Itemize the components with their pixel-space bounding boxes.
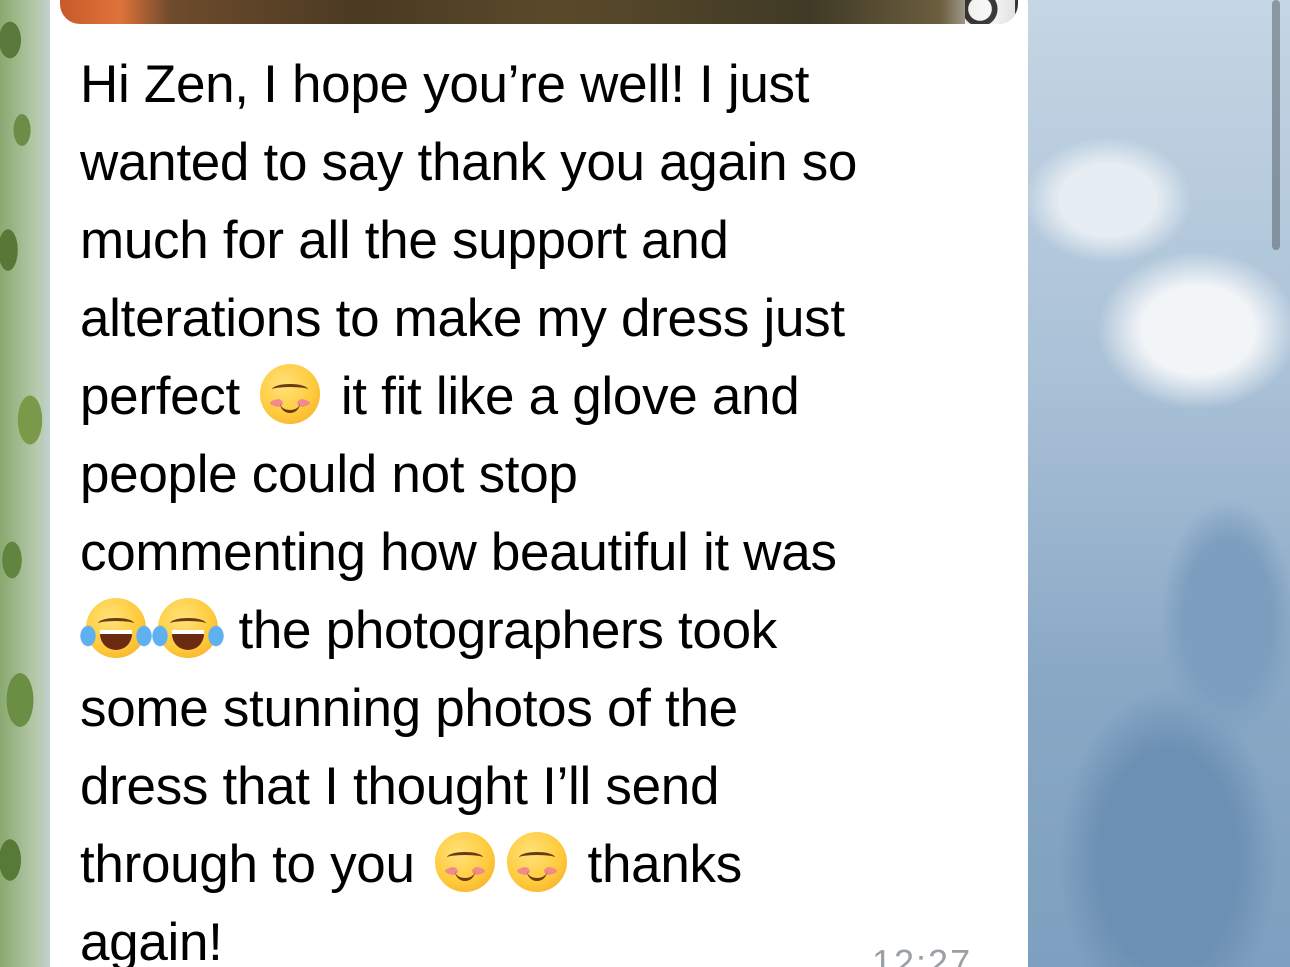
message-line: Hi Zen, I hope you’re well! I just <box>80 46 1000 124</box>
line-text: people could not stop <box>80 445 578 504</box>
line-text: again! <box>80 913 223 967</box>
message-line: through to you thanks <box>80 826 1000 904</box>
message-line: again! <box>80 904 1000 967</box>
smiling-face-with-blush-icon <box>435 832 496 892</box>
line-text: thanks <box>587 835 743 894</box>
line-text: Hi Zen, I hope you’re well! I just <box>80 55 810 114</box>
line-text: dress that I thought I’ll send <box>80 757 720 816</box>
line-text: alterations to make my dress just <box>80 289 845 348</box>
line-text: some stunning photos of the <box>80 679 738 738</box>
wallpaper-sky <box>1028 0 1290 967</box>
smiling-face-with-blush-icon <box>260 364 321 424</box>
message-line: commenting how beautiful it was <box>80 514 1000 592</box>
scrollbar[interactable] <box>1272 0 1280 250</box>
message-line: some stunning photos of the <box>80 670 1000 748</box>
line-text: wanted to say thank you again so <box>80 133 858 192</box>
line-text: perfect <box>80 367 240 426</box>
message-line: wanted to say thank you again so <box>80 124 1000 202</box>
face-with-tears-of-joy-icon <box>152 598 224 658</box>
line-text: it fit like a glove and <box>340 367 800 426</box>
message-text: Hi Zen, I hope you’re well! I just wante… <box>80 46 1000 967</box>
line-text: much for all the support and <box>80 211 729 270</box>
face-with-tears-of-joy-icon <box>80 598 152 658</box>
smiling-face-with-blush-icon <box>507 832 568 892</box>
line-text: the photographers took <box>238 601 777 660</box>
message-line: perfect it fit like a glove and <box>80 358 1000 436</box>
message-line: dress that I thought I’ll send <box>80 748 1000 826</box>
message-timestamp: 12:27 <box>872 942 973 967</box>
message-line: much for all the support and <box>80 202 1000 280</box>
wallpaper-foliage <box>0 0 55 967</box>
message-line: the photographers took <box>80 592 1000 670</box>
message-line: alterations to make my dress just <box>80 280 1000 358</box>
line-text: through to you <box>80 835 415 894</box>
attached-photo-preview[interactable] <box>60 0 1018 24</box>
message-line: people could not stop <box>80 436 1000 514</box>
line-text: commenting how beautiful it was <box>80 523 837 582</box>
